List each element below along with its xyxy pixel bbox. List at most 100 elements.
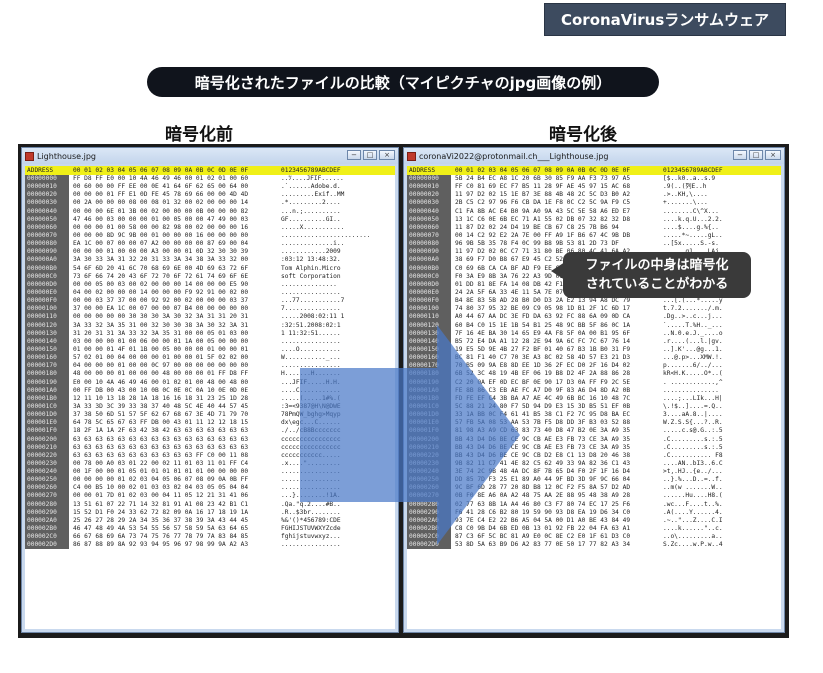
row-hex-bytes: F6 41 28 C6 B2 80 19 59 90 93 D8 EA 19 D… xyxy=(455,508,631,516)
row-address: 00000090 xyxy=(25,248,69,257)
row-ascii: FGHIJSTUVWXYZcde xyxy=(281,525,341,533)
row-ascii: 1 11:32:51...... xyxy=(281,329,341,337)
row-hex-bytes: 0B F0 8E A6 0A A2 48 75 AA 2E 88 95 48 3… xyxy=(455,492,631,500)
row-hex-bytes: 00 00 00 8D 9C 9B 00 01 00 00 00 16 00 0… xyxy=(73,231,249,239)
row-hex-bytes: 9C BF 6D 28 77 20 8D B8 12 0C F2 F5 8A 5… xyxy=(455,484,631,492)
row-address: 000002B0 xyxy=(25,525,69,534)
row-hex-bytes: 11 87 D2 02 24 D4 19 BE CB 67 C8 25 7B B… xyxy=(455,223,619,231)
row-hex-bytes: C1 FA 8B AC E4 B0 9A A0 9A 43 5C 5E 58 A… xyxy=(455,207,631,215)
row-ascii: ...}........!1A. xyxy=(281,492,341,500)
hex-row: 00000080 96 9B 5B 35 78 F4 0C 99 B8 9B 53… xyxy=(407,240,781,249)
ascii-header: 0123456789ABCDEF xyxy=(663,167,723,174)
row-ascii: kR<H.K.....O*..( xyxy=(663,370,723,378)
row-hex-bytes: DD 85 7D F3 25 E1 89 A0 44 9F BD 3D 9F 9… xyxy=(455,476,631,484)
row-hex-bytes: 00 60 00 00 FF EE 00 0E 41 64 6F 62 65 0… xyxy=(73,183,249,191)
maximize-button[interactable]: □ xyxy=(363,150,377,160)
row-ascii: .C.........s.:.5 xyxy=(663,443,723,451)
row-ascii: ................ xyxy=(281,484,341,492)
hex-row: 000000A0 3A 30 33 3A 31 32 20 31 33 3A 34… xyxy=(25,256,395,265)
row-ascii: .*.........2.... xyxy=(281,199,341,207)
row-hex-bytes: 00 00 00 00 01 02 03 04 05 06 07 08 09 0… xyxy=(73,476,249,484)
hex-row: 00000280 13 51 61 07 22 71 14 32 81 91 A1… xyxy=(25,500,395,509)
row-hex-bytes: 3E 74 2C 9B 48 4A DC 8F 7B 65 D4 F0 2F 1… xyxy=(455,468,631,476)
minimize-button[interactable]: − xyxy=(733,150,747,160)
hex-row: 00000060 00 00 00 01 00 58 00 00 82 98 00… xyxy=(25,223,395,232)
row-address: 00000010 xyxy=(407,183,451,192)
row-ascii: >t,.HJ..{e../... xyxy=(663,468,723,476)
row-address: 00000270 xyxy=(25,492,69,501)
row-ascii: .9(..(列E..h xyxy=(663,183,707,191)
row-address: 00000160 xyxy=(407,354,451,363)
row-ascii: :3=<9387@H\N@DWE xyxy=(281,402,341,410)
hex-row: 000001C0 3A 33 3D 3C 39 33 38 37 40 48 5C… xyxy=(25,402,395,412)
row-address: 00000010 xyxy=(25,183,69,192)
row-hex-bytes: 00 1F 00 00 01 05 01 01 01 01 01 01 00 0… xyxy=(73,468,249,476)
row-ascii: ....O........... xyxy=(281,345,341,353)
row-hex-bytes: 53 8D 5A 63 B9 D6 A2 83 77 0E 50 17 77 8… xyxy=(455,541,631,549)
row-address: 000000C0 xyxy=(25,272,69,281)
row-hex-bytes: 37 38 50 6D 51 57 5F 62 67 68 67 3E 4D 7… xyxy=(73,411,249,419)
row-ascii: GF..........GI.. xyxy=(281,215,341,223)
row-ascii: .....c.s@.G..:.5 xyxy=(663,427,723,435)
row-ascii: ................ xyxy=(281,288,341,296)
row-ascii: .........Exif..MM xyxy=(281,191,345,199)
row-ascii: 78PmQW_bghg>Mqyp xyxy=(281,411,341,419)
hex-row: 00000130 31 20 31 31 3A 33 32 3A 35 31 00… xyxy=(25,329,395,338)
row-ascii: ....;...LIk...H| xyxy=(663,394,723,402)
row-address: 000000F0 xyxy=(407,297,451,306)
hex-offset-header: 00 01 02 03 04 05 06 07 08 09 0A 0B 0C 0… xyxy=(455,167,631,174)
hex-row: 000000B0 54 6F 6D 20 41 6C 70 68 69 6E 00… xyxy=(25,264,395,273)
row-address: 00000170 xyxy=(25,362,69,371)
row-hex-bytes: C8 C0 9B D4 6B ED 0B 13 01 92 FB 22 04 F… xyxy=(455,525,631,533)
row-hex-bytes: FF C0 81 69 EC F7 B5 11 28 9F AE 45 97 1… xyxy=(455,183,631,191)
row-ascii: :32:51.2008:02:1 xyxy=(281,321,341,329)
hex-dump[interactable]: ADDRESS 00 01 02 03 04 05 06 07 08 09 0A… xyxy=(407,166,781,629)
hex-row: 00000260 9C BF 6D 28 77 20 8D B8 12 0C F2… xyxy=(407,484,781,493)
row-ascii: .x...."......... xyxy=(281,459,341,467)
close-button[interactable]: × xyxy=(379,150,395,160)
hex-row: 00000010 00 60 00 00 FF EE 00 0E 41 64 6F… xyxy=(25,183,395,192)
row-hex-bytes: 46 47 48 49 4A 53 54 55 56 57 58 59 5A 6… xyxy=(73,525,249,533)
hex-row: 00000150 01 00 00 01 4F 01 1B 00 05 00 00… xyxy=(25,345,395,355)
row-address: 00000040 xyxy=(25,207,69,216)
window-titlebar[interactable]: Lighthouse.jpg − □ × xyxy=(22,148,398,164)
row-address: 00000250 xyxy=(25,476,69,485)
hex-rows: 00000000 5B 24 B4 EC A8 1C 20 6B 30 85 F9… xyxy=(407,175,781,550)
row-address: 00000070 xyxy=(407,231,451,241)
hex-row: 000000D0 00 00 05 00 03 00 02 00 00 00 14… xyxy=(25,280,395,289)
row-address: 000002D0 xyxy=(407,541,451,550)
hex-row: 00000200 BB 43 D4 D6 BE CE 9C CB AE E3 FB… xyxy=(407,435,781,444)
row-ascii: %&'()*456789:CDE xyxy=(281,516,341,524)
row-address: 000001B0 xyxy=(407,394,451,403)
hex-dump[interactable]: ADDRESS 00 01 02 03 04 05 06 07 08 09 0A… xyxy=(25,166,395,629)
maximize-button[interactable]: □ xyxy=(749,150,763,160)
row-address: 00000230 xyxy=(25,459,69,469)
minimize-button[interactable]: − xyxy=(347,150,361,160)
row-address: 000000A0 xyxy=(407,256,451,265)
row-address: 00000200 xyxy=(25,435,69,444)
close-button[interactable]: × xyxy=(765,150,781,160)
row-ascii: H.......H....... xyxy=(281,370,341,378)
row-address: 00000000 xyxy=(25,175,69,184)
row-hex-bytes: C2 20 0A EF 0D EC BF 0E 90 17 D3 0A FF F… xyxy=(455,378,631,386)
row-address: 00000080 xyxy=(25,240,69,249)
row-ascii: `.....T.%H.._... xyxy=(663,321,723,329)
row-ascii: .....2008:02:11 1 xyxy=(281,313,345,321)
row-address: 000001E0 xyxy=(407,419,451,428)
row-address: 000002B0 xyxy=(407,525,451,534)
hex-header-row: ADDRESS 00 01 02 03 04 05 06 07 08 09 0A… xyxy=(407,166,781,175)
window-titlebar[interactable]: coronaVi2022@protonmail.ch___Lighthouse.… xyxy=(404,148,784,164)
row-hex-bytes: 00 78 00 A0 03 01 22 00 02 11 01 03 11 0… xyxy=(73,459,249,467)
hex-row: 00000290 F6 41 28 C6 B2 80 19 59 90 93 D8… xyxy=(407,508,781,517)
row-ascii: .....X........... xyxy=(281,223,345,231)
row-address: 00000050 xyxy=(25,215,69,224)
hex-row: 00000180 6B 52 3C 48 19 4B EF 06 19 B8 D2… xyxy=(407,370,781,379)
row-hex-bytes: 81 98 A3 A9 CD 63 83 73 40 D8 47 B2 0E 3… xyxy=(455,427,631,435)
row-hex-bytes: 37 00 00 EA 1C 00 07 00 00 07 B4 00 00 0… xyxy=(73,305,249,313)
hex-row: 000002C0 87 C3 6F 5C BC 81 A9 E0 0C 8E C2… xyxy=(407,533,781,542)
row-hex-bytes: 66 67 68 69 6A 73 74 75 76 77 78 79 7A 8… xyxy=(73,533,249,541)
row-ascii: .....*~.....gL.. xyxy=(663,231,723,239)
row-address: 00000180 xyxy=(25,370,69,379)
annotation-callout: ファイルの中身は暗号化 されていることがわかる xyxy=(563,252,751,298)
address-header: ADDRESS xyxy=(407,166,451,175)
